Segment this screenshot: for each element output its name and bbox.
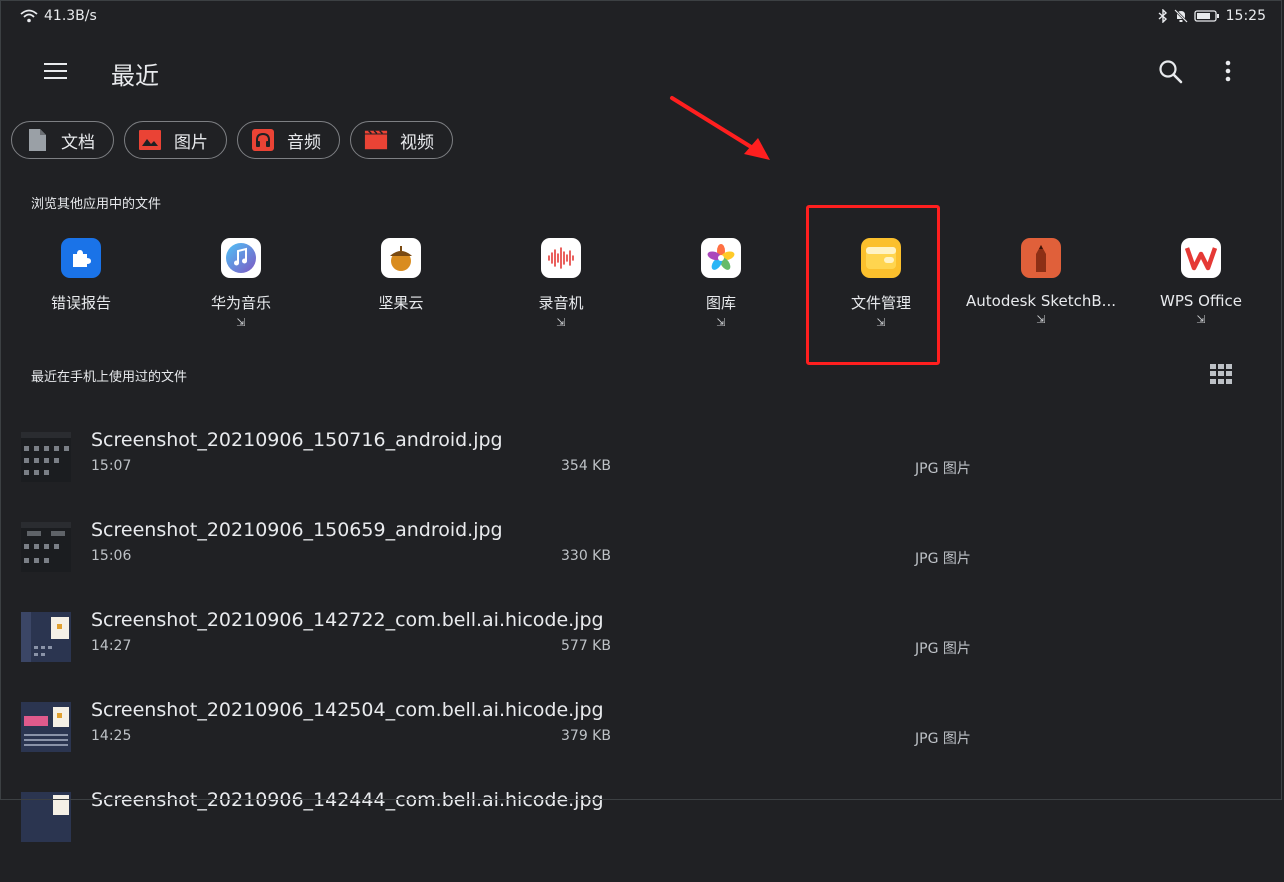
app-label: Autodesk SketchB... (966, 292, 1116, 310)
chip-video[interactable]: 视频 (350, 121, 453, 159)
wifi-icon (20, 9, 38, 23)
chip-label: 文档 (61, 132, 95, 153)
app-jianguoyun[interactable]: 坚果云 (321, 238, 481, 330)
recent-section-title: 最近在手机上使用过的文件 (31, 370, 188, 385)
music-icon (221, 238, 261, 278)
file-type: JPG 图片 (915, 551, 971, 567)
chip-audio[interactable]: 音频 (237, 121, 340, 159)
file-time: 15:06 (91, 548, 132, 564)
headphones-icon (251, 128, 275, 152)
external-app-indicator (321, 316, 481, 330)
status-bar-left: 41.3B/s (20, 8, 97, 24)
gallery-icon (701, 238, 741, 278)
file-type: JPG 图片 (915, 731, 971, 747)
more-options-icon[interactable] (1216, 57, 1240, 87)
chip-label: 图片 (174, 132, 208, 153)
document-icon (25, 128, 49, 152)
waveform-icon (541, 238, 581, 278)
file-type: JPG 图片 (915, 641, 971, 657)
external-app-indicator: ⇲ (556, 316, 566, 329)
app-wps-office[interactable]: WPS Office ⇲ (1121, 238, 1281, 327)
file-thumbnail (21, 702, 71, 752)
app-autodesk-sketchbook[interactable]: Autodesk SketchB... ⇲ (961, 238, 1121, 327)
folder-icon (861, 238, 901, 278)
file-name: Screenshot_20210906_142722_com.bell.ai.h… (91, 609, 604, 631)
file-row[interactable]: Screenshot_20210906_150659_android.jpg 1… (0, 519, 1280, 612)
wps-icon (1181, 238, 1221, 278)
file-time: 14:25 (91, 728, 132, 744)
file-time: 15:07 (91, 458, 132, 474)
network-speed: 41.3B/s (44, 8, 97, 24)
movie-icon (364, 128, 388, 152)
external-app-indicator: ⇲ (1196, 313, 1206, 326)
file-size: 354 KB (561, 458, 611, 474)
battery-icon (1193, 10, 1219, 22)
menu-icon[interactable] (40, 58, 72, 84)
pencil-icon (1021, 238, 1061, 278)
external-app-indicator (1, 316, 161, 330)
file-name: Screenshot_20210906_142444_com.bell.ai.h… (91, 789, 604, 811)
file-thumbnail (21, 522, 71, 572)
app-label: 华为音乐 (210, 294, 271, 312)
grid-view-icon[interactable] (1210, 364, 1232, 384)
bluetooth-icon (1158, 9, 1167, 23)
chip-images[interactable]: 图片 (124, 121, 227, 159)
mute-icon (1173, 9, 1188, 23)
image-icon (138, 128, 162, 152)
app-label: 错误报告 (50, 294, 111, 312)
file-thumbnail (21, 432, 71, 482)
external-app-indicator: ⇲ (236, 316, 246, 329)
app-huawei-music[interactable]: 华为音乐 ⇲ (161, 238, 321, 330)
file-type: JPG 图片 (915, 461, 971, 477)
file-time: 14:27 (91, 638, 132, 654)
page-title: 最近 (111, 62, 159, 90)
app-label: 文件管理 (850, 294, 911, 312)
external-app-indicator: ⇲ (716, 316, 726, 329)
file-row[interactable]: Screenshot_20210906_142722_com.bell.ai.h… (0, 609, 1280, 702)
file-row[interactable]: Screenshot_20210906_150716_android.jpg 1… (0, 429, 1280, 522)
app-label: WPS Office (1160, 292, 1242, 310)
file-thumbnail (21, 792, 71, 842)
status-bar-right: 15:25 (1158, 8, 1266, 24)
app-label: 坚果云 (378, 294, 424, 312)
puzzle-icon (61, 238, 101, 278)
file-name: Screenshot_20210906_142504_com.bell.ai.h… (91, 699, 604, 721)
external-app-indicator: ⇲ (1036, 313, 1046, 326)
clock: 15:25 (1225, 8, 1266, 24)
search-icon[interactable] (1156, 57, 1186, 87)
chip-documents[interactable]: 文档 (11, 121, 114, 159)
file-row[interactable]: Screenshot_20210906_142504_com.bell.ai.h… (0, 699, 1280, 792)
app-recorder[interactable]: 录音机 ⇲ (481, 238, 641, 330)
app-gallery[interactable]: 图库 ⇲ (641, 238, 801, 330)
filter-chips: 文档 图片 音频 视频 (11, 121, 453, 159)
file-thumbnail (21, 612, 71, 662)
annotation-arrow-icon (670, 96, 770, 160)
app-file-manager[interactable]: 文件管理 ⇲ (801, 238, 961, 330)
external-app-indicator: ⇲ (876, 316, 886, 329)
file-name: Screenshot_20210906_150716_android.jpg (91, 429, 503, 451)
file-name: Screenshot_20210906_150659_android.jpg (91, 519, 503, 541)
file-size: 379 KB (561, 728, 611, 744)
nut-icon (381, 238, 421, 278)
app-bug-report[interactable]: 错误报告 (1, 238, 161, 330)
app-label: 录音机 (538, 294, 584, 312)
file-size: 330 KB (561, 548, 611, 564)
chip-label: 视频 (400, 132, 434, 153)
file-row[interactable]: Screenshot_20210906_142444_com.bell.ai.h… (0, 789, 1280, 882)
chip-label: 音频 (287, 132, 321, 153)
file-size: 577 KB (561, 638, 611, 654)
browse-section-title: 浏览其他应用中的文件 (31, 197, 162, 212)
app-label: 图库 (705, 294, 736, 312)
